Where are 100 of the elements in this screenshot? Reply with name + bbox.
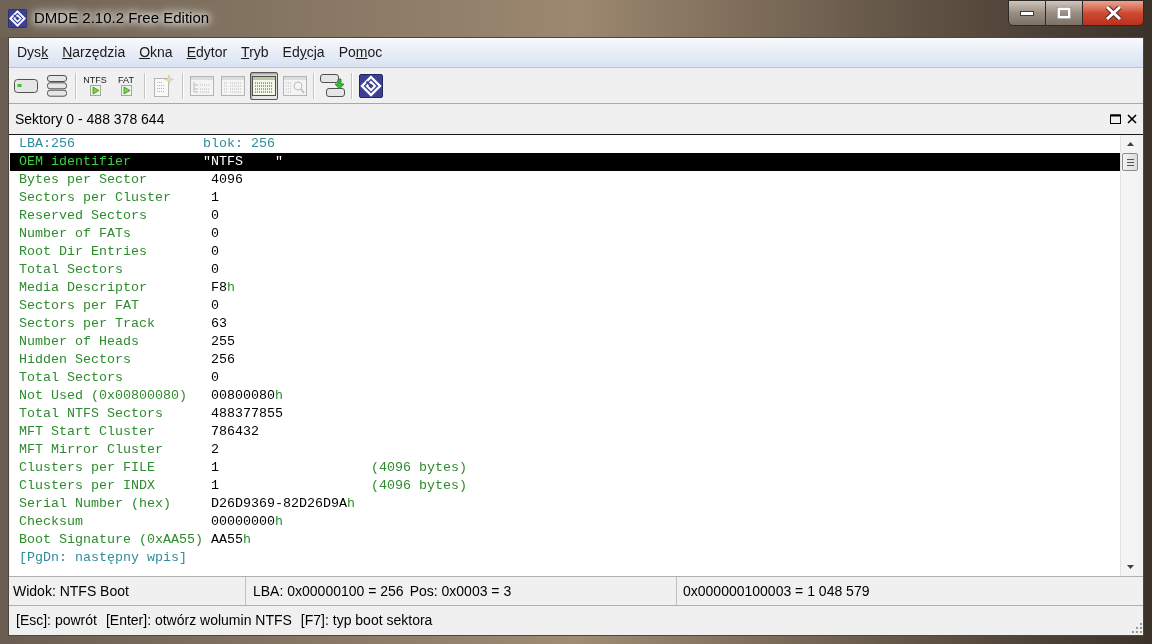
play-icon bbox=[120, 85, 132, 96]
labeled-play-button[interactable]: NTFS bbox=[81, 71, 109, 100]
menu-item[interactable]: Pomoc bbox=[331, 42, 390, 63]
field-row[interactable]: Total Sectors 0 bbox=[10, 261, 1120, 279]
field-row[interactable]: Media Descriptor F8h bbox=[10, 279, 1120, 297]
next-entry-hint: [PgDn: następny wpis] bbox=[19, 549, 187, 567]
scroll-down-icon[interactable] bbox=[1126, 565, 1134, 569]
field-value: 2 bbox=[210, 441, 220, 459]
copy-disk-button[interactable] bbox=[319, 71, 347, 100]
field-row[interactable]: Not Used (0x00800080) 00800080h bbox=[10, 387, 1120, 405]
field-value: AA55h bbox=[210, 531, 252, 549]
field-note: (4096 bytes) bbox=[371, 477, 467, 495]
labeled-play-button[interactable]: FAT bbox=[112, 71, 140, 100]
field-note: (4096 bytes) bbox=[371, 459, 467, 477]
detail-view-button[interactable] bbox=[250, 71, 278, 100]
field-label: Total Sectors bbox=[19, 261, 124, 279]
resize-grip-icon[interactable] bbox=[1130, 621, 1142, 633]
status-text: Pos: 0x0003 = 3 bbox=[409, 581, 512, 601]
field-label: Total NTFS Sectors bbox=[19, 405, 164, 423]
field-value: F8h bbox=[210, 279, 236, 297]
field-row[interactable]: Bytes per Sector 4096 bbox=[10, 171, 1120, 189]
menu-item[interactable]: Tryb bbox=[234, 42, 276, 63]
field-row[interactable]: Total NTFS Sectors 488377855 bbox=[10, 405, 1120, 423]
field-label: Clusters per FILE bbox=[19, 459, 156, 477]
status-text: LBA: 0x00000100 = 256 bbox=[253, 581, 404, 601]
field-value: 4096 bbox=[210, 171, 244, 189]
menu-item[interactable]: Edytor bbox=[179, 42, 235, 63]
field-row[interactable]: Number of Heads 255 bbox=[10, 333, 1120, 351]
field-row[interactable]: MFT Start Cluster 786432 bbox=[10, 423, 1120, 441]
close-icon bbox=[1104, 6, 1122, 20]
field-label: Reserved Sectors bbox=[19, 207, 148, 225]
field-label: Number of FATs bbox=[19, 225, 132, 243]
field-label: Boot Signature (0xAA55) bbox=[19, 531, 203, 549]
play-icon bbox=[89, 85, 101, 96]
window-title: DMDE 2.10.2 Free Edition bbox=[34, 8, 210, 29]
diamond-logo-icon bbox=[359, 73, 383, 98]
block-text: blok: 256 bbox=[203, 135, 275, 153]
hint-text: [Esc]: powrót bbox=[16, 611, 97, 630]
document-sparkle-icon bbox=[153, 73, 175, 98]
field-value: 0 bbox=[210, 369, 220, 387]
stacked-disks-icon bbox=[47, 74, 67, 97]
field-value: "NTFS " bbox=[203, 153, 284, 171]
minimize-button[interactable] bbox=[1008, 0, 1046, 26]
panel-title: Sektory 0 - 488 378 644 bbox=[15, 109, 165, 129]
maximize-icon[interactable] bbox=[1110, 114, 1121, 124]
maximize-button[interactable] bbox=[1046, 0, 1082, 26]
field-row[interactable]: Serial Number (hex) D26D9369-82D26D9Ah bbox=[10, 495, 1120, 513]
field-label: Sectors per Cluster bbox=[19, 189, 172, 207]
field-label: MFT Mirror Cluster bbox=[19, 441, 164, 459]
field-value: 63 bbox=[210, 315, 228, 333]
field-row[interactable]: Reserved Sectors 0 bbox=[10, 207, 1120, 225]
scroll-up-icon[interactable] bbox=[1126, 142, 1134, 146]
field-row[interactable]: Total Sectors 0 bbox=[10, 369, 1120, 387]
menu-item[interactable]: Narzędzia bbox=[55, 42, 133, 63]
vertical-scrollbar[interactable] bbox=[1120, 135, 1139, 576]
list-icon bbox=[221, 75, 245, 96]
field-row[interactable]: OEM identifier "NTFS " bbox=[10, 153, 1120, 171]
field-value: 1 bbox=[210, 459, 220, 477]
field-label: Clusters per INDX bbox=[19, 477, 156, 495]
field-value: 0 bbox=[210, 297, 220, 315]
tree-list-icon bbox=[190, 75, 214, 96]
field-value: 0 bbox=[210, 261, 220, 279]
field-row[interactable]: Clusters per INDX 1 (4096 bytes) bbox=[10, 477, 1120, 495]
field-value: 786432 bbox=[210, 423, 260, 441]
field-value: 1 bbox=[210, 189, 220, 207]
field-label: Checksum bbox=[19, 513, 84, 531]
field-label: Bytes per Sector bbox=[19, 171, 148, 189]
lba-text: LBA:256 bbox=[19, 135, 76, 153]
field-row[interactable]: Hidden Sectors 256 bbox=[10, 351, 1120, 369]
field-label: Total Sectors bbox=[19, 369, 124, 387]
field-value: 256 bbox=[210, 351, 236, 369]
field-label: Sectors per Track bbox=[19, 315, 156, 333]
field-row[interactable]: Sectors per Track 63 bbox=[10, 315, 1120, 333]
dotted-list-icon bbox=[252, 75, 276, 96]
field-row[interactable]: Sectors per Cluster 1 bbox=[10, 189, 1120, 207]
field-row[interactable]: Boot Signature (0xAA55) AA55h bbox=[10, 531, 1120, 549]
close-icon[interactable] bbox=[1127, 114, 1137, 124]
logo-button[interactable] bbox=[357, 71, 385, 100]
field-row[interactable]: Checksum 00000000h bbox=[10, 513, 1120, 531]
field-row[interactable]: Root Dir Entries 0 bbox=[10, 243, 1120, 261]
hint-text: [F7]: typ boot sektora bbox=[300, 611, 433, 630]
field-row[interactable]: MFT Mirror Cluster 2 bbox=[10, 441, 1120, 459]
maximize-icon bbox=[1057, 7, 1071, 19]
menu-item[interactable]: Edycja bbox=[275, 42, 332, 63]
field-label: Root Dir Entries bbox=[19, 243, 148, 261]
close-button[interactable] bbox=[1082, 0, 1144, 26]
menu-item[interactable]: Dysk bbox=[10, 42, 56, 63]
field-row[interactable]: Clusters per FILE 1 (4096 bytes) bbox=[10, 459, 1120, 477]
field-label: Number of Heads bbox=[19, 333, 140, 351]
field-row[interactable]: Number of FATs 0 bbox=[10, 225, 1120, 243]
scroll-thumb[interactable] bbox=[1122, 153, 1138, 171]
field-label: Serial Number (hex) bbox=[19, 495, 172, 513]
field-value: D26D9369-82D26D9Ah bbox=[210, 495, 356, 513]
menu-item[interactable]: Okna bbox=[132, 42, 180, 63]
field-row[interactable]: Sectors per FAT 0 bbox=[10, 297, 1120, 315]
app-logo-icon bbox=[8, 9, 27, 28]
status-text: 0x000000100003 = 1 048 579 bbox=[683, 581, 870, 601]
disks-arrow-icon bbox=[320, 73, 346, 98]
field-value: 0 bbox=[210, 243, 220, 261]
hint-text: [Enter]: otwórz wolumin NTFS bbox=[105, 611, 292, 630]
